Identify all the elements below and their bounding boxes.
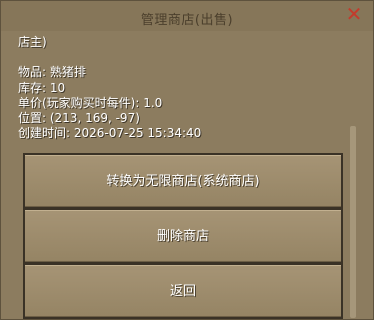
- price-line: 单价(玩家购买时每件): 1.0: [18, 95, 163, 110]
- manage-shop-window: 管理商店(出售) ✕ 店主) 物品: 熟猪排 库存: 10 单价(玩家购买时每件…: [0, 0, 374, 320]
- back-button[interactable]: 返回: [23, 263, 343, 319]
- scrollbar[interactable]: [350, 126, 356, 318]
- convert-to-infinite-shop-button[interactable]: 转换为无限商店(系统商店): [23, 153, 343, 209]
- owner-line: 店主): [18, 35, 47, 49]
- close-icon[interactable]: ✕: [344, 4, 364, 24]
- window-title: 管理商店(出售): [140, 13, 234, 28]
- stock-line: 库存: 10: [18, 80, 66, 95]
- delete-shop-button[interactable]: 删除商店: [23, 208, 343, 264]
- title-bar: 管理商店(出售) ✕: [1, 1, 373, 31]
- created-line: 创建时间: 2026-07-25 15:34:40: [18, 126, 202, 141]
- position-line: 位置: (213, 169, -97): [18, 111, 140, 126]
- item-line: 物品: 熟猪排: [18, 65, 86, 80]
- shop-info: 店主) 物品: 熟猪排 库存: 10 单价(玩家购买时每件): 1.0 位置: …: [18, 35, 333, 142]
